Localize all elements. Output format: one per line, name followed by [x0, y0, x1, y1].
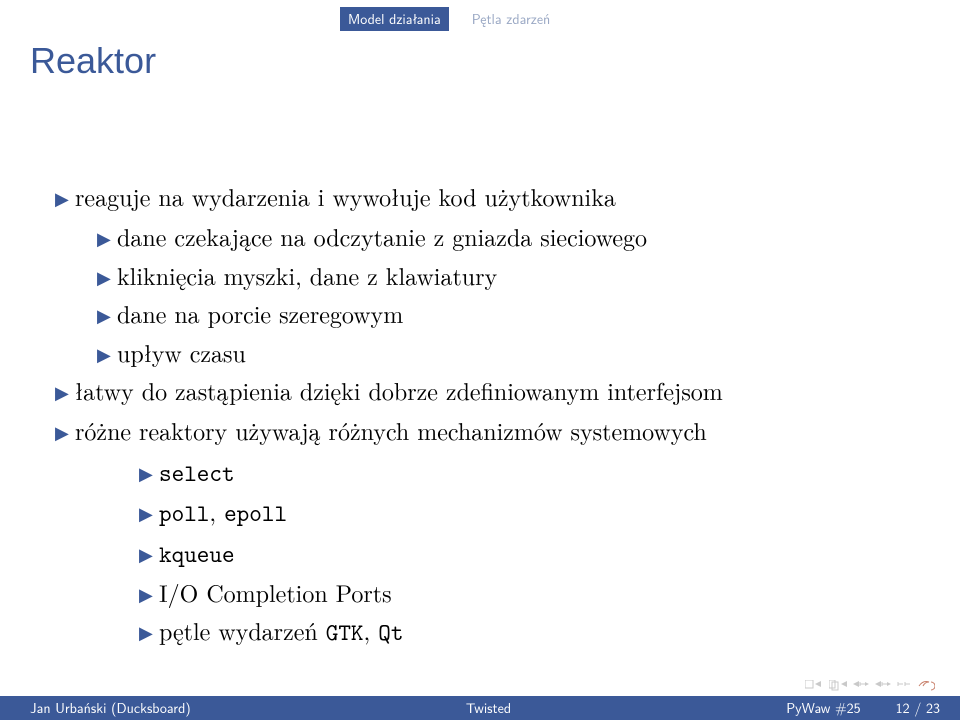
bullet-code: Qt: [378, 616, 403, 648]
footer-author: Jan Urbański (Ducksboard): [30, 698, 191, 718]
triangle-icon: ▶: [97, 225, 117, 254]
bullet-code: GTK: [326, 616, 364, 648]
bullet-code: epoll: [224, 497, 287, 529]
footer-talk: Twisted: [191, 698, 786, 718]
nav-prev-icon[interactable]: [853, 680, 869, 692]
bullet-3-2: ▶poll, epoll: [139, 492, 920, 532]
bullet-3-5: ▶pętle wydarzeń GTK, Qt: [139, 611, 920, 651]
footer-page-total: 23: [926, 698, 940, 718]
nav-back-icon[interactable]: [917, 680, 935, 692]
bullet-text: kliknięcia myszki, dane z klawiatury: [117, 258, 497, 292]
bullet-text: upływ czasu: [117, 335, 246, 369]
triangle-icon: ▶: [139, 500, 159, 529]
footer-page-sep: /: [910, 698, 926, 718]
triangle-icon: ▶: [139, 460, 159, 489]
tab-subsection[interactable]: Pętla zdarzeń: [464, 7, 559, 31]
triangle-icon: ▶: [139, 541, 159, 570]
nav-prev-section-icon[interactable]: [829, 680, 847, 692]
slide-title: Reaktor: [30, 40, 156, 82]
triangle-icon: ▶: [139, 581, 159, 610]
bullet-3-1: ▶select: [139, 452, 920, 492]
tab-section[interactable]: Model działania: [340, 7, 449, 31]
triangle-icon: ▶: [97, 341, 117, 370]
nav-icons: [805, 680, 935, 692]
triangle-icon: ▶: [55, 419, 75, 448]
bullet-1: ▶reaguje na wydarzenia i wywołuje kod uż…: [55, 177, 920, 215]
nav-last-icon[interactable]: [897, 680, 911, 692]
triangle-icon: ▶: [97, 302, 117, 331]
triangle-icon: ▶: [97, 264, 117, 293]
bullet-code: kqueue: [159, 538, 235, 570]
bullet-1-2: ▶kliknięcia myszki, dane z klawiatury: [97, 256, 920, 294]
bullet-text: łatwy do zastąpienia dzięki dobrze zdefi…: [75, 373, 723, 407]
bullet-1-3: ▶dane na porcie szeregowym: [97, 294, 920, 332]
nav-first-icon[interactable]: [805, 680, 823, 692]
triangle-icon: ▶: [139, 619, 159, 648]
nav-next-icon[interactable]: [875, 680, 891, 692]
bullet-3-4: ▶I/O Completion Ports: [139, 573, 920, 611]
footer-page-current: 12: [896, 698, 910, 718]
triangle-icon: ▶: [55, 185, 75, 214]
bullet-2: ▶łatwy do zastąpienia dzięki dobrze zdef…: [55, 371, 920, 409]
bullet-code: select: [159, 457, 235, 489]
bullet-text: reaguje na wydarzenia i wywołuje kod uży…: [75, 179, 616, 213]
bullet-1-4: ▶upływ czasu: [97, 333, 920, 371]
header-tabs: Model działania Pętla zdarzeń: [340, 7, 558, 31]
bullet-code: poll: [159, 497, 209, 529]
bullet-text: I/O Completion Ports: [159, 575, 392, 609]
bullet-text: dane czekające na odczytanie z gniazda s…: [117, 219, 647, 253]
bullet-text: różne reaktory używają różnych mechanizm…: [75, 413, 707, 447]
bullet-3-3: ▶kqueue: [139, 533, 920, 573]
bullet-1-1: ▶dane czekające na odczytanie z gniazda …: [97, 217, 920, 255]
bullet-3: ▶różne reaktory używają różnych mechaniz…: [55, 411, 920, 449]
footer-bar: Jan Urbański (Ducksboard) Twisted PyWaw …: [0, 696, 960, 720]
slide-content: ▶reaguje na wydarzenia i wywołuje kod uż…: [55, 177, 920, 652]
bullet-text: pętle wydarzeń: [159, 613, 326, 647]
triangle-icon: ▶: [55, 379, 75, 408]
bullet-text: dane na porcie szeregowym: [117, 296, 403, 330]
footer-event: PyWaw #25: [786, 698, 860, 718]
footer-right: PyWaw #25 12 / 23: [786, 698, 940, 718]
